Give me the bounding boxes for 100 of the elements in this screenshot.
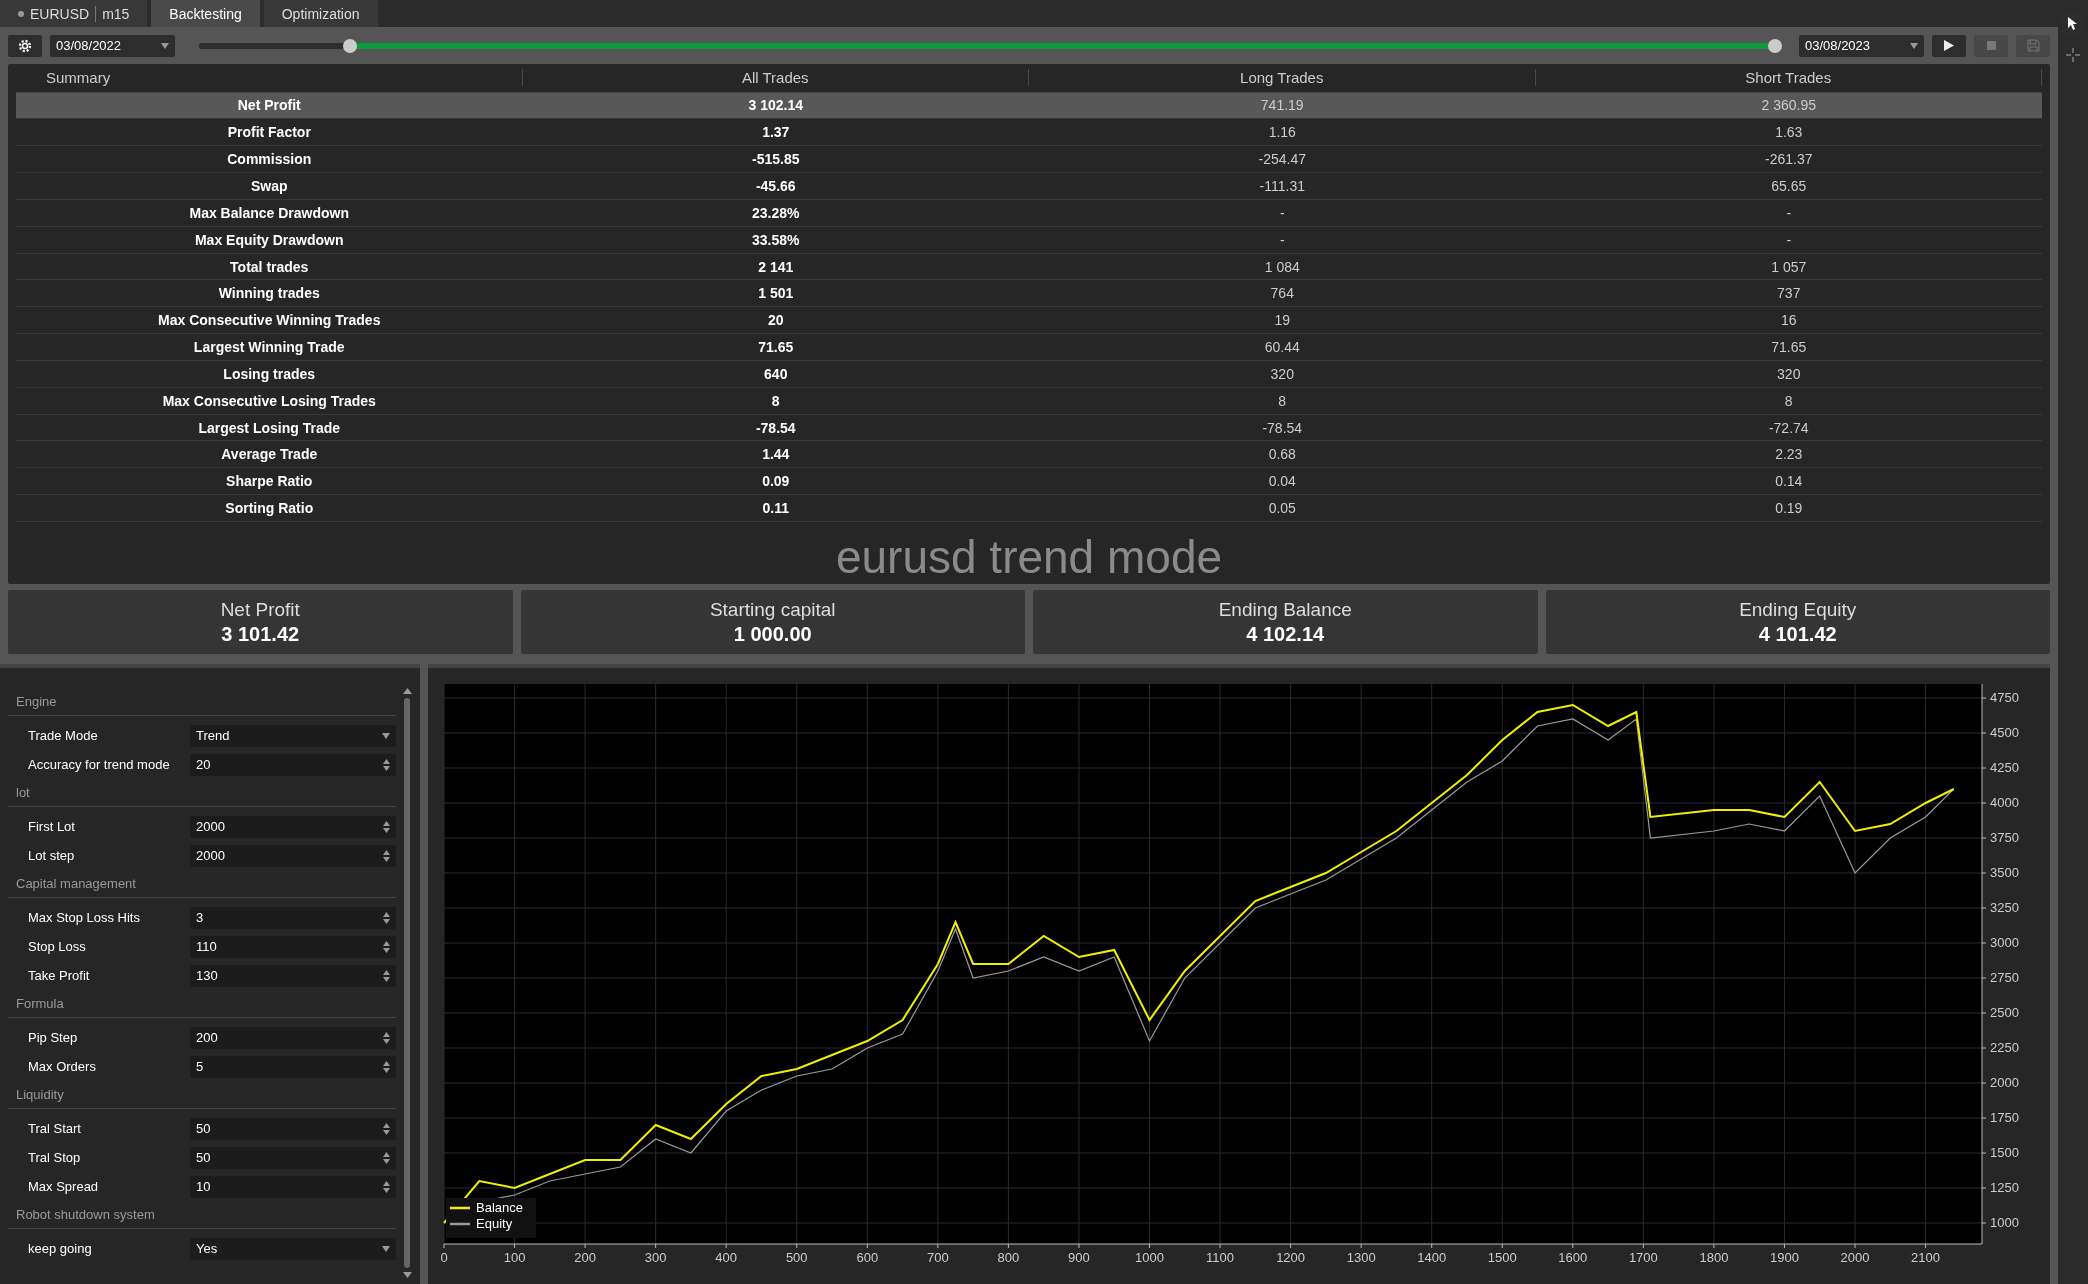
table-cell-text: 741.19 bbox=[1259, 97, 1305, 114]
table-cell-text: 23.28% bbox=[751, 204, 801, 221]
row-label: Total trades bbox=[229, 258, 310, 275]
x-tick-label: 1000 bbox=[1135, 1250, 1164, 1265]
number-field[interactable]: 50 bbox=[190, 1117, 396, 1140]
stop-icon bbox=[1986, 41, 1996, 50]
table-cell-text: 2 141 bbox=[757, 258, 795, 275]
row-label: Profit Factor bbox=[226, 124, 312, 141]
dropdown-field[interactable]: Yes bbox=[190, 1237, 396, 1260]
group-title: Engine bbox=[8, 688, 396, 716]
group-title: lot bbox=[8, 779, 396, 807]
tab[interactable]: Optimization bbox=[263, 0, 378, 27]
tab-label: EURUSD bbox=[30, 5, 90, 22]
table-cell-text: 20 bbox=[766, 312, 785, 329]
number-field[interactable]: 130 bbox=[190, 964, 396, 987]
table-cell-text: -111.31 bbox=[1258, 177, 1306, 194]
spinner-arrows-icon bbox=[383, 1059, 390, 1074]
table-cell-text: 0.68 bbox=[1267, 446, 1297, 463]
table-cell-text: 320 bbox=[1269, 365, 1295, 382]
row-label: Max Equity Drawdown bbox=[193, 231, 345, 248]
y-tick-label: 3250 bbox=[1990, 900, 2019, 915]
y-tick-label: 4500 bbox=[1990, 725, 2019, 740]
status-dot-icon bbox=[18, 10, 24, 17]
dropdown-field[interactable]: Trend bbox=[190, 724, 396, 747]
number-field[interactable]: 110 bbox=[190, 935, 396, 958]
y-tick-label: 2500 bbox=[1990, 1005, 2019, 1020]
stat-value: 4 102.14 bbox=[1246, 622, 1325, 646]
table-cell-text: -254.47 bbox=[1257, 151, 1307, 168]
selected-row[interactable]: Net Profit 3 102.14 741.19 2 360.95 bbox=[16, 92, 2042, 120]
table-cell-text: - bbox=[1278, 231, 1286, 248]
table-cell-text: - bbox=[1785, 204, 1793, 221]
save-icon bbox=[2026, 39, 2040, 52]
x-tick-label: 1400 bbox=[1417, 1250, 1447, 1265]
tab[interactable]: Backtesting bbox=[151, 0, 260, 27]
x-tick-label: 500 bbox=[785, 1250, 808, 1265]
table-cell-text: 3 102.14 bbox=[747, 97, 804, 114]
settings-button[interactable] bbox=[8, 34, 42, 57]
spinner-arrows-icon bbox=[383, 939, 390, 954]
table-cell-text: 0.09 bbox=[761, 473, 791, 490]
parameter-label: Trade Mode bbox=[28, 728, 99, 743]
row-label: Sharpe Ratio bbox=[225, 473, 314, 490]
parameter-label: keep going bbox=[28, 1241, 93, 1256]
row-label: Commission bbox=[226, 151, 313, 168]
caret-icon bbox=[161, 42, 169, 49]
x-tick-label: 1900 bbox=[1770, 1250, 1799, 1265]
legend-swatch bbox=[450, 1222, 470, 1226]
y-tick-label: 1500 bbox=[1990, 1145, 2019, 1160]
stat-value: 1 000.00 bbox=[733, 622, 812, 646]
play-button[interactable] bbox=[1932, 34, 1966, 57]
table-cell-text: 0.05 bbox=[1267, 500, 1297, 517]
group-title: Capital management bbox=[8, 870, 396, 898]
number-field[interactable]: 50 bbox=[190, 1146, 396, 1169]
number-field[interactable]: 3 bbox=[190, 906, 396, 929]
crosshair-icon[interactable] bbox=[2066, 48, 2080, 62]
pointer-icon bbox=[2068, 16, 2078, 30]
parameter-label: Max Spread bbox=[28, 1179, 100, 1194]
group-title: Formula bbox=[8, 990, 396, 1018]
column-header: Long Trades bbox=[1029, 69, 1536, 87]
caret-icon bbox=[1910, 42, 1918, 49]
x-tick-label: 1600 bbox=[1558, 1250, 1588, 1265]
table-cell-text: -78.54 bbox=[1261, 419, 1304, 436]
settings-icon bbox=[17, 37, 33, 54]
row-label: Max Consecutive Losing Trades bbox=[161, 392, 377, 409]
table-cell-text: 60.44 bbox=[1263, 339, 1301, 356]
table-cell-text: 1 057 bbox=[1770, 258, 1808, 275]
table-cell-text: 71.65 bbox=[757, 339, 795, 356]
start-date-field[interactable]: 03/08/2022 bbox=[50, 34, 175, 57]
number-field[interactable]: 10 bbox=[190, 1175, 396, 1198]
parameter-label: Lot step bbox=[28, 848, 76, 863]
end-date-field[interactable]: 03/08/2023 bbox=[1799, 34, 1924, 57]
table-cell-text: -261.37 bbox=[1764, 151, 1814, 168]
scrollbar-thumb[interactable] bbox=[404, 698, 410, 1268]
y-tick-label: 4000 bbox=[1990, 795, 2019, 810]
table-cell-text: - bbox=[1785, 231, 1793, 248]
group-title: Liquidity bbox=[8, 1081, 396, 1109]
tab[interactable]: EURUSD m15 bbox=[0, 0, 148, 27]
scroll-up-icon[interactable] bbox=[402, 688, 412, 694]
spinner-arrows-icon bbox=[383, 968, 390, 983]
x-tick-label: 800 bbox=[997, 1250, 1020, 1265]
number-field[interactable]: 5 bbox=[190, 1055, 396, 1078]
report-caption: eurusd trend mode bbox=[834, 530, 1224, 584]
number-field[interactable]: 200 bbox=[190, 1026, 396, 1049]
spinner-arrows-icon bbox=[383, 848, 390, 863]
column-header: Summary bbox=[16, 69, 523, 87]
y-tick-label: 4750 bbox=[1990, 690, 2019, 705]
table-cell-text: 0.19 bbox=[1774, 500, 1804, 517]
table-cell-text: -515.85 bbox=[751, 151, 801, 168]
scroll-down-icon[interactable] bbox=[402, 1272, 412, 1278]
slider-handle[interactable] bbox=[1768, 38, 1782, 53]
number-field[interactable]: 2000 bbox=[190, 815, 396, 838]
table-cell-text: -45.66 bbox=[754, 177, 797, 194]
legend-swatch bbox=[450, 1206, 470, 1210]
x-tick-label: 1300 bbox=[1346, 1250, 1376, 1265]
y-tick-label: 3500 bbox=[1990, 865, 2019, 880]
number-field[interactable]: 2000 bbox=[190, 844, 396, 867]
slider-handle[interactable] bbox=[343, 38, 358, 53]
stat-label: Ending Equity bbox=[1739, 598, 1857, 621]
table-cell-text: 19 bbox=[1273, 312, 1292, 329]
number-field[interactable]: 20 bbox=[190, 753, 396, 776]
table-cell-text: 1 501 bbox=[757, 285, 795, 302]
